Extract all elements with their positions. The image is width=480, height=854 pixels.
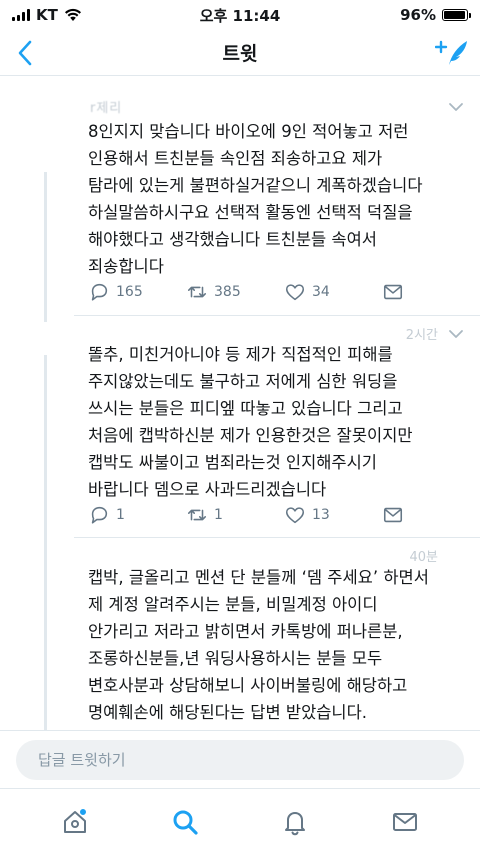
back-button[interactable] <box>10 38 40 68</box>
wifi-icon <box>64 8 81 21</box>
heart-icon <box>285 284 305 301</box>
retweet-button[interactable]: 1 <box>186 504 284 526</box>
reply-icon <box>91 506 108 524</box>
like-button[interactable]: 34 <box>284 281 382 303</box>
reply-count: 165 <box>116 284 143 300</box>
share-icon <box>383 284 403 300</box>
author-name: r제리 <box>90 101 123 116</box>
retweet-icon <box>187 286 207 298</box>
battery-fill <box>444 11 466 19</box>
like-button[interactable]: 13 <box>284 504 382 526</box>
tweet-time: 40분 <box>409 550 438 565</box>
share-button[interactable] <box>382 504 412 526</box>
tweet-item[interactable]: 2시간 똘추, 미친거아니야 등 제가 직접적인 피해를 주지않았는데도 불구하… <box>0 316 480 540</box>
tweet-text: 8인지지 맞습니다 바이오에 9인 적어놓고 저런 인용해서 트친분들 속인점 … <box>88 122 423 276</box>
chevron-down-icon[interactable] <box>446 97 466 117</box>
retweet-icon <box>187 509 207 521</box>
tweet-thread: r제리 8인지지 맞습니다 바이오에 9인 적어놓고 저런 인용해서 트친분들 … <box>0 77 480 730</box>
reply-count: 1 <box>116 507 125 523</box>
tweet-item[interactable]: 40분 캡박, 글올리고 멘션 단 분들께 ‘뎀 주세요’ 하면서 제 계정 알… <box>0 538 480 730</box>
tweet-text: 캡박, 글올리고 멘션 단 분들께 ‘뎀 주세요’ 하면서 제 계정 알려주시는… <box>88 568 429 722</box>
like-count: 34 <box>312 284 330 300</box>
reply-button[interactable]: 165 <box>88 281 186 303</box>
tab-search[interactable] <box>165 802 205 842</box>
compose-tweet-icon <box>435 40 467 65</box>
messages-icon <box>393 812 417 831</box>
status-right: 96% <box>400 6 471 24</box>
reply-input[interactable]: 답글 트윗하기 <box>16 739 464 780</box>
tweet-header: r제리 <box>88 97 470 119</box>
notifications-icon <box>285 811 305 835</box>
reply-composer-bar: 답글 트윗하기 <box>0 730 480 788</box>
tweet-text: 똘추, 미친거아니야 등 제가 직접적인 피해를 주지않았는데도 불구하고 저에… <box>88 345 413 499</box>
search-icon <box>173 810 198 835</box>
battery-percent: 96% <box>400 6 436 24</box>
tweet-actions: 165 385 34 <box>88 278 418 306</box>
like-count: 13 <box>312 507 330 523</box>
cellular-signal-icon <box>12 9 30 21</box>
reply-icon <box>91 283 108 301</box>
tweet-actions: 1 1 13 <box>88 501 418 529</box>
retweet-count: 385 <box>214 284 241 300</box>
page-title: 트윗 <box>222 43 258 65</box>
carrier-label: KT <box>36 6 58 24</box>
bottom-tab-bar <box>0 788 480 854</box>
retweet-button[interactable]: 385 <box>186 281 284 303</box>
tab-notifications[interactable] <box>275 802 315 842</box>
share-icon <box>383 507 403 523</box>
status-bar: KT 오후 11:44 96% <box>0 0 480 30</box>
battery-icon <box>442 9 471 21</box>
reply-button[interactable]: 1 <box>88 504 186 526</box>
tweet-item[interactable]: r제리 8인지지 맞습니다 바이오에 9인 적어놓고 저런 인용해서 트친분들 … <box>0 77 480 309</box>
chevron-left-icon <box>18 40 32 66</box>
tab-home[interactable] <box>55 802 95 842</box>
unread-dot <box>79 807 87 816</box>
navigation-bar: 트윗 <box>0 30 480 76</box>
status-left: KT <box>12 6 82 24</box>
tab-messages[interactable] <box>385 802 425 842</box>
heart-icon <box>285 507 305 524</box>
compose-tweet-button[interactable] <box>434 36 470 70</box>
retweet-count: 1 <box>214 507 223 523</box>
share-button[interactable] <box>382 281 412 303</box>
